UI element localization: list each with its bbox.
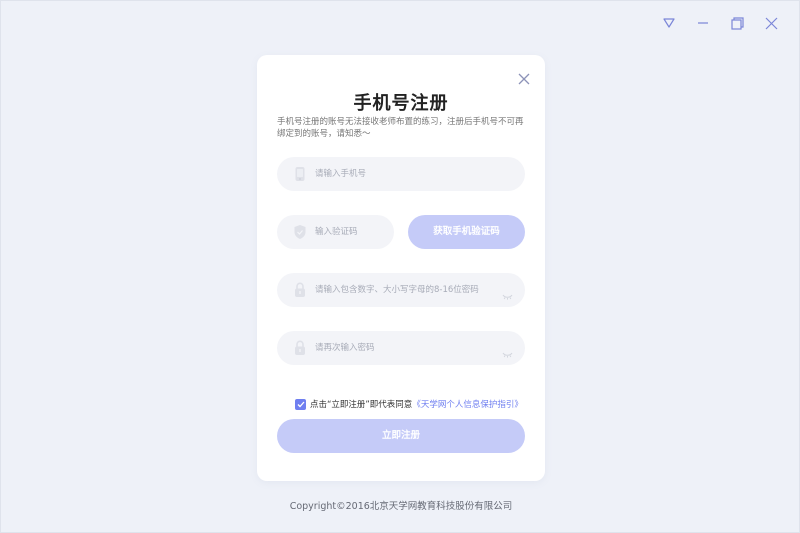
page-title: 手机号注册	[353, 93, 449, 114]
shield-icon	[293, 224, 307, 240]
eye-closed-icon[interactable]	[502, 344, 513, 358]
window-controls	[661, 13, 779, 33]
password-input[interactable]	[315, 273, 495, 307]
phone-input[interactable]	[315, 157, 515, 191]
phone-field	[277, 157, 525, 191]
dropdown-icon[interactable]	[661, 13, 677, 33]
privacy-guide-link[interactable]: 《天学网个人信息保护指引》	[412, 398, 523, 410]
lock-icon	[293, 282, 307, 298]
agreement-row: 点击“立即注册”即代表同意 《天学网个人信息保护指引》	[295, 398, 523, 410]
register-card: 手机号注册 手机号注册的账号无法接收老师布置的练习，注册后手机号不可再绑定到的账…	[257, 55, 545, 481]
agreement-text: 点击“立即注册”即代表同意	[310, 400, 413, 410]
confirm-password-field	[277, 331, 525, 365]
close-icon[interactable]	[763, 13, 779, 33]
eye-closed-icon[interactable]	[502, 286, 513, 300]
agree-checkbox[interactable]	[295, 398, 306, 410]
lock-icon	[293, 340, 307, 356]
minimize-icon[interactable]	[695, 13, 711, 33]
phone-icon	[293, 166, 307, 182]
get-code-button[interactable]: 获取手机验证码	[408, 215, 525, 249]
code-field	[277, 215, 394, 249]
confirm-password-input[interactable]	[315, 331, 495, 365]
code-input[interactable]	[315, 215, 387, 249]
check-icon	[297, 401, 304, 407]
close-icon[interactable]	[517, 71, 531, 85]
password-field	[277, 273, 525, 307]
restore-icon[interactable]	[729, 13, 745, 33]
register-button[interactable]: 立即注册	[277, 419, 525, 453]
app-window: 手机号注册 手机号注册的账号无法接收老师布置的练习，注册后手机号不可再绑定到的账…	[0, 0, 800, 533]
copyright-text: Copyright©2016北京天学网教育科技股份有限公司	[289, 501, 513, 512]
notice-text: 手机号注册的账号无法接收老师布置的练习，注册后手机号不可再绑定到的账号，请知悉～	[277, 117, 524, 139]
